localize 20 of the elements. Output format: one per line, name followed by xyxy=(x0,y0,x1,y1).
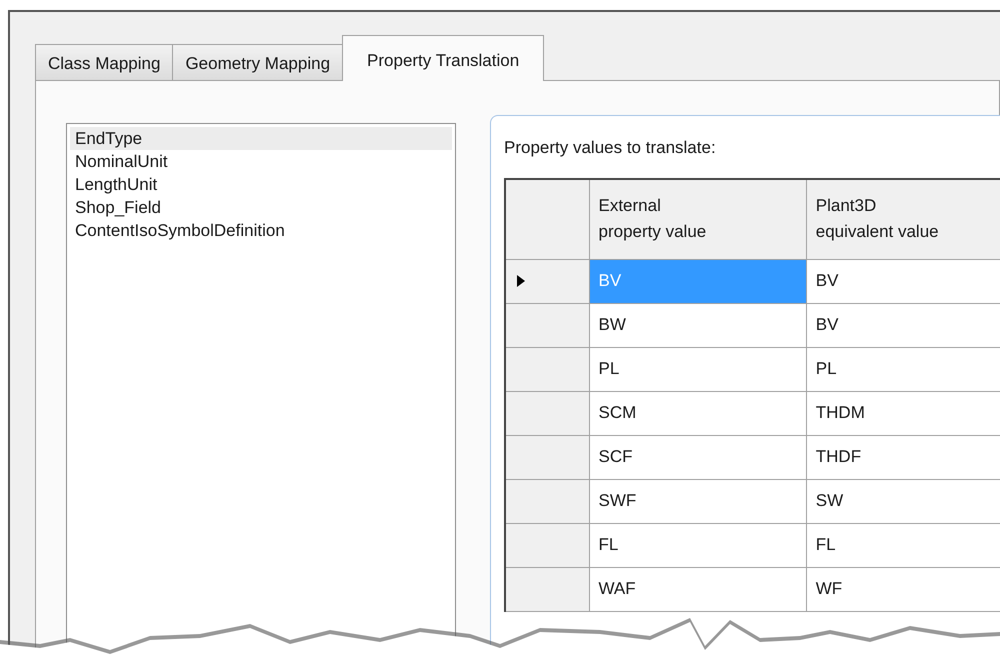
list-item[interactable]: ContentIsoSymbolDefinition xyxy=(70,219,452,242)
table-cell: SCF xyxy=(589,435,806,479)
column-header[interactable]: Plant3D equivalent value xyxy=(806,179,1000,259)
list-item[interactable]: LengthUnit xyxy=(70,173,452,196)
tab[interactable]: Property Translation xyxy=(342,35,544,81)
table-cell: SWF xyxy=(589,479,806,523)
list-item[interactable]: NominalUnit xyxy=(70,150,452,173)
tab[interactable]: Geometry Mapping xyxy=(172,44,344,80)
table-cell: WAF xyxy=(589,567,806,611)
table-cell: SCM xyxy=(589,391,806,435)
table-cell: PL xyxy=(589,347,806,391)
row-header[interactable] xyxy=(505,259,589,303)
table-cell: BW xyxy=(589,303,806,347)
list-item[interactable]: EndType xyxy=(70,127,452,150)
grid-label: Property values to translate: xyxy=(504,138,716,158)
list-item[interactable]: Shop_Field xyxy=(70,196,452,219)
tab[interactable]: Class Mapping xyxy=(35,44,174,80)
table-cell: FL xyxy=(589,523,806,567)
column-header[interactable]: External property value xyxy=(589,179,806,259)
table-cell: BV xyxy=(589,259,806,303)
